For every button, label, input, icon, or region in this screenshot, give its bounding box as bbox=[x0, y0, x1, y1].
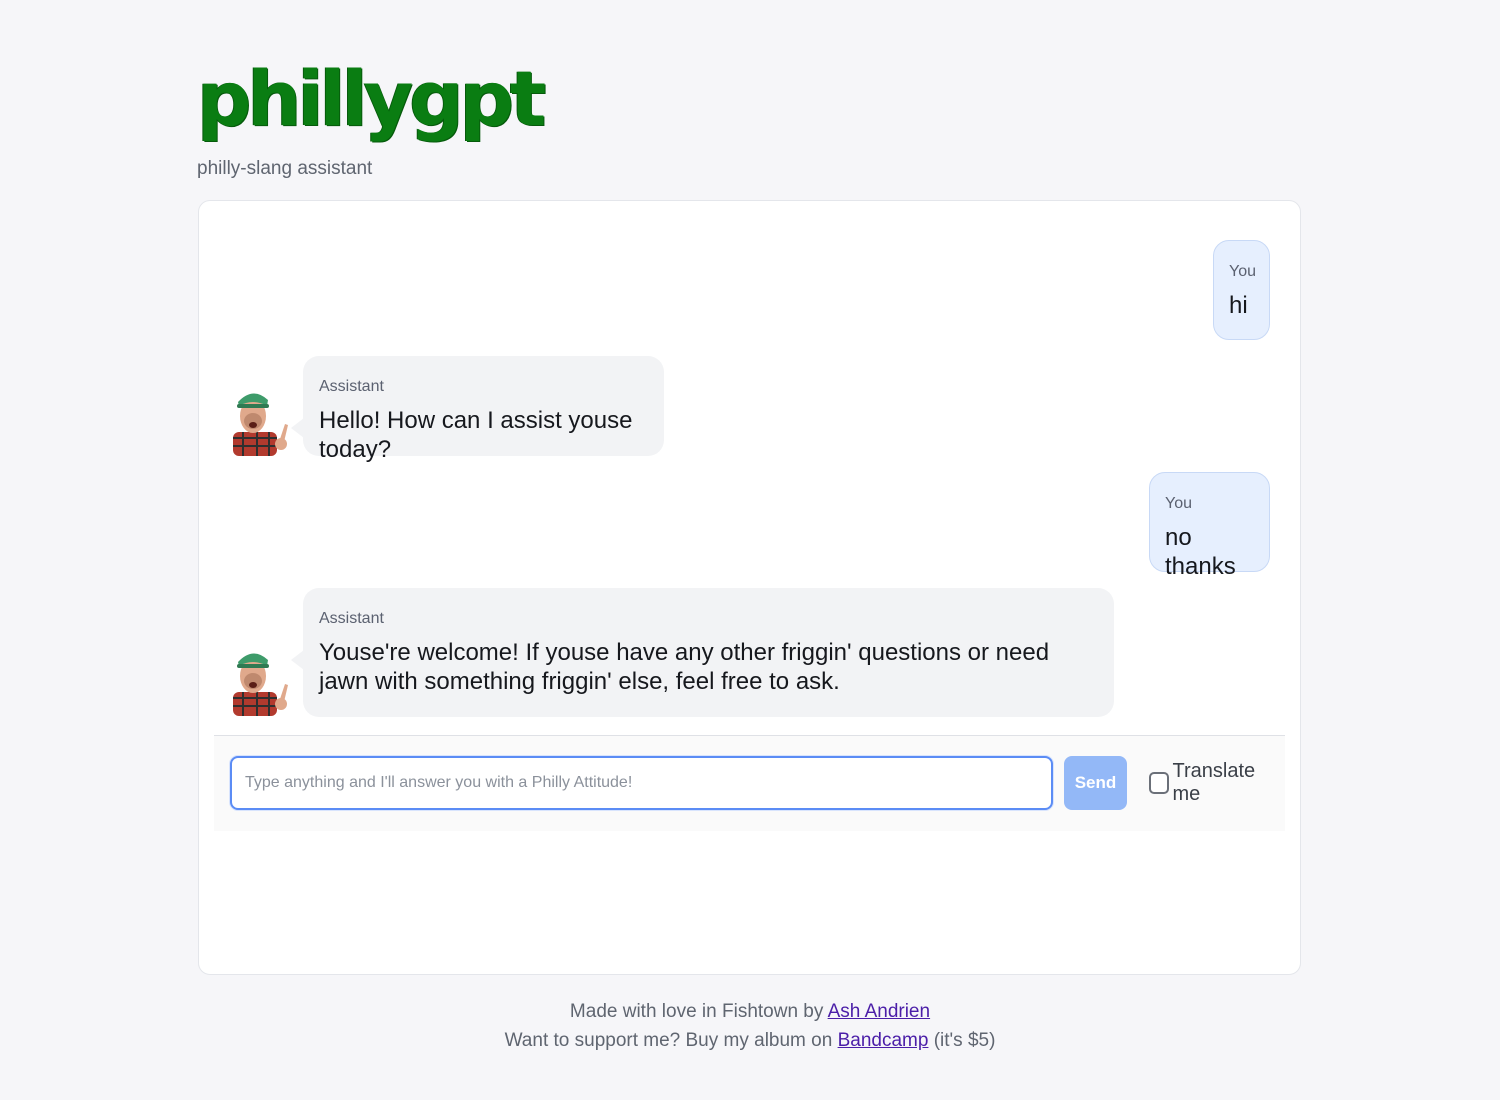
translate-toggle[interactable]: Translate me bbox=[1149, 760, 1285, 805]
assistant-message: Assistant Hello! How can I assist youse … bbox=[291, 356, 664, 463]
message-list: You hi Assistant Hello! How can I assist… bbox=[199, 201, 1300, 736]
message-author: Assistant bbox=[319, 610, 384, 627]
assistant-message: Assistant Youse're welcome! If youse hav… bbox=[291, 588, 1114, 717]
footer-credit: Made with love in Fishtown by Ash Andrie… bbox=[0, 997, 1500, 1026]
footer-support: Want to support me? Buy my album on Band… bbox=[0, 1026, 1500, 1055]
message-text: hi bbox=[1229, 292, 1248, 319]
footer-price-text: (it's $5) bbox=[928, 1030, 996, 1051]
message-text: Youse're welcome! If youse have any othe… bbox=[319, 639, 1050, 695]
translate-checkbox[interactable] bbox=[1149, 772, 1169, 794]
translate-label: Translate me bbox=[1172, 760, 1256, 805]
bandcamp-link[interactable]: Bandcamp bbox=[838, 1030, 929, 1051]
footer-credit-text: Made with love in Fishtown by bbox=[569, 1001, 828, 1022]
assistant-avatar bbox=[229, 384, 291, 456]
author-link[interactable]: Ash Andrien bbox=[828, 1001, 930, 1022]
message-text: no thanks bbox=[1165, 524, 1236, 580]
app-tagline: philly-slang assistant bbox=[197, 158, 373, 179]
app-logo: phillygpt bbox=[197, 54, 546, 143]
brand-header: phillygpt philly-slang assistant bbox=[197, 54, 546, 180]
user-message: You no thanks bbox=[1149, 472, 1270, 580]
message-text: Hello! How can I assist youse today? bbox=[319, 407, 633, 463]
footer: Made with love in Fishtown by Ash Andrie… bbox=[0, 997, 1500, 1055]
chat-card: You hi Assistant Hello! How can I assist… bbox=[198, 200, 1301, 975]
footer-support-text: Want to support me? Buy my album on bbox=[504, 1030, 838, 1051]
message-author: You bbox=[1229, 263, 1256, 280]
message-author: Assistant bbox=[319, 378, 384, 395]
send-button[interactable]: Send bbox=[1064, 756, 1127, 810]
message-input[interactable] bbox=[230, 756, 1053, 810]
page: phillygpt philly-slang assistant You hi bbox=[0, 0, 1500, 1100]
message-author: You bbox=[1165, 495, 1192, 512]
assistant-avatar bbox=[229, 644, 291, 716]
message-composer: Send Translate me bbox=[214, 736, 1285, 831]
user-message: You hi bbox=[1213, 240, 1270, 340]
